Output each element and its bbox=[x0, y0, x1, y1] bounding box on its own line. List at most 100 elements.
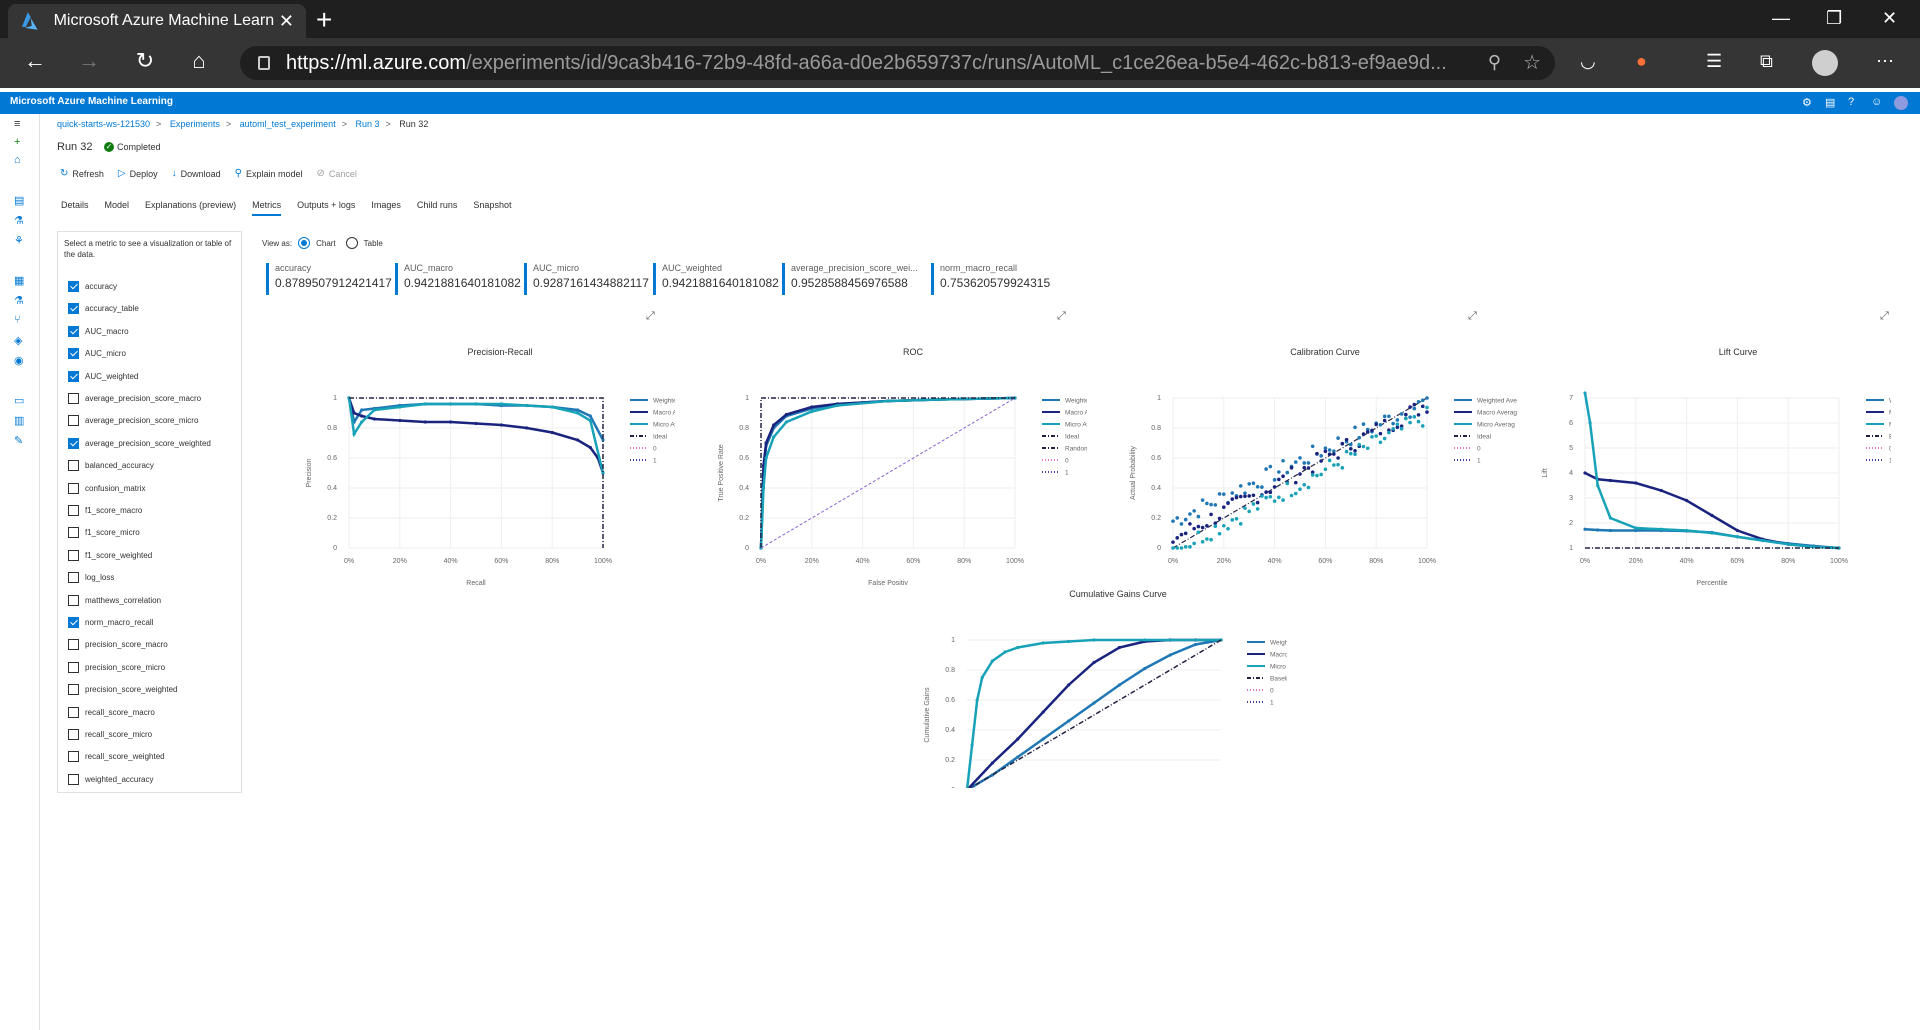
breadcrumb-experiment[interactable]: automl_test_experiment bbox=[240, 119, 336, 129]
cancel-button[interactable]: ⊘ Cancel bbox=[317, 168, 357, 179]
tab-explanations[interactable]: Explanations (preview) bbox=[145, 200, 236, 216]
collections-icon[interactable]: ⧉ bbox=[1760, 51, 1773, 72]
tab-close-icon[interactable]: ✕ bbox=[279, 11, 294, 32]
user-avatar[interactable] bbox=[1894, 96, 1908, 110]
metric-option-average-precision-score-micro[interactable]: average_precision_score_micro bbox=[68, 415, 198, 427]
address-bar[interactable]: https://ml.azure.com/experiments/id/9ca3… bbox=[240, 46, 1555, 80]
calibration-chart[interactable]: 0 0.2 0.4 0.6 0.8 1 0% 20% 40% 60% 80% 100% Actual P… bbox=[1119, 380, 1539, 590]
experiments-icon[interactable]: ⚗ bbox=[14, 294, 24, 307]
metric-checkbox[interactable] bbox=[68, 684, 79, 696]
metric-option-norm-macro-recall[interactable]: norm_macro_recall bbox=[68, 617, 153, 628]
pipelines-icon[interactable]: ⑂ bbox=[14, 314, 21, 326]
expand-icon[interactable]: ⤢ bbox=[1880, 310, 1889, 323]
metric-option-accuracy-table[interactable]: accuracy_table bbox=[68, 303, 139, 315]
metric-option-balanced-accuracy[interactable]: balanced_accuracy bbox=[68, 460, 154, 472]
smiley-icon[interactable]: ☺ bbox=[1871, 96, 1882, 108]
deploy-button[interactable]: ▷ Deploy bbox=[118, 168, 158, 179]
metric-checkbox[interactable] bbox=[68, 661, 79, 673]
labeling-icon[interactable]: ✎ bbox=[14, 434, 23, 447]
tab-model[interactable]: Model bbox=[105, 200, 130, 216]
home-icon[interactable]: ⌂ bbox=[184, 48, 214, 74]
metric-checkbox[interactable] bbox=[68, 281, 79, 292]
tab-images[interactable]: Images bbox=[371, 200, 401, 216]
metric-option-f1-score-micro[interactable]: f1_score_micro bbox=[68, 527, 140, 539]
metric-option-precision-score-micro[interactable]: precision_score_micro bbox=[68, 661, 165, 673]
metric-checkbox[interactable] bbox=[68, 706, 79, 718]
metric-option-accuracy[interactable]: accuracy bbox=[68, 281, 117, 292]
tab-snapshot[interactable]: Snapshot bbox=[473, 200, 511, 216]
home-nav-icon[interactable]: ⌂ bbox=[14, 154, 21, 166]
pocket-icon[interactable]: ◡ bbox=[1580, 51, 1596, 72]
new-tab-icon[interactable]: + bbox=[316, 4, 332, 36]
metric-option-precision-score-macro[interactable]: precision_score_macro bbox=[68, 639, 168, 651]
download-button[interactable]: ↓ Download bbox=[172, 168, 221, 179]
minimize-icon[interactable]: — bbox=[1772, 8, 1790, 29]
metric-option-log-loss[interactable]: log_loss bbox=[68, 572, 114, 584]
metric-option-auc-micro[interactable]: AUC_micro bbox=[68, 348, 126, 360]
metric-option-matthews-correlation[interactable]: matthews_correlation bbox=[68, 594, 161, 606]
hamburger-icon[interactable]: ≡ bbox=[14, 118, 20, 130]
tab-details[interactable]: Details bbox=[61, 200, 89, 216]
metric-checkbox[interactable] bbox=[68, 773, 79, 785]
breadcrumb-experiments[interactable]: Experiments bbox=[170, 119, 220, 129]
settings-icon[interactable]: ⚙ bbox=[1802, 96, 1812, 109]
roc-chart[interactable]: 0 0.2 0.4 0.6 0.8 1 0% 20% 40% 60% 80% 100% False Po… bbox=[707, 380, 1087, 590]
refresh-button[interactable]: ↻ Refresh bbox=[60, 168, 104, 179]
metric-option-f1-score-weighted[interactable]: f1_score_weighted bbox=[68, 549, 152, 561]
datasets-icon[interactable]: ▦ bbox=[14, 274, 24, 287]
metric-checkbox[interactable] bbox=[68, 527, 79, 539]
expand-icon[interactable]: ⤢ bbox=[1468, 310, 1477, 323]
models-icon[interactable]: ◈ bbox=[14, 334, 22, 347]
metric-option-recall-score-micro[interactable]: recall_score_micro bbox=[68, 729, 152, 740]
metric-option-auc-macro[interactable]: AUC_macro bbox=[68, 325, 129, 337]
lift-chart[interactable]: 1 2 3 4 5 6 7 0% 20% 40% 60% 80% 100% Percentile Lift W… bbox=[1531, 380, 1891, 590]
tab-outputs-logs[interactable]: Outputs + logs bbox=[297, 200, 355, 216]
metric-checkbox[interactable] bbox=[68, 617, 79, 628]
metric-checkbox[interactable] bbox=[68, 415, 79, 427]
metric-option-recall-score-weighted[interactable]: recall_score_weighted bbox=[68, 751, 165, 763]
metric-checkbox[interactable] bbox=[68, 751, 79, 763]
favorite-star-icon[interactable]: ☆ bbox=[1523, 50, 1541, 75]
metric-checkbox[interactable] bbox=[68, 370, 79, 382]
endpoints-icon[interactable]: ◉ bbox=[14, 354, 24, 367]
chart-radio[interactable] bbox=[298, 237, 311, 249]
metric-checkbox[interactable] bbox=[68, 594, 79, 606]
zoom-icon[interactable]: ⚲ bbox=[1488, 52, 1501, 73]
expand-icon[interactable]: ⤢ bbox=[1057, 310, 1066, 323]
metric-checkbox[interactable] bbox=[68, 325, 79, 337]
metric-option-confusion-matrix[interactable]: confusion_matrix bbox=[68, 482, 145, 494]
metric-checkbox[interactable] bbox=[68, 437, 79, 449]
tab-metrics[interactable]: Metrics bbox=[252, 200, 282, 216]
new-icon[interactable]: + bbox=[14, 136, 20, 148]
extension-icon[interactable]: ● bbox=[1636, 51, 1647, 72]
metric-checkbox[interactable] bbox=[68, 303, 79, 315]
explain-model-button[interactable]: ⚲ Explain model bbox=[235, 168, 303, 179]
automl-icon[interactable]: ⚗ bbox=[14, 214, 24, 227]
reload-icon[interactable]: ↻ bbox=[130, 48, 160, 74]
tab-child-runs[interactable]: Child runs bbox=[417, 200, 458, 216]
restore-icon[interactable]: ❐ bbox=[1826, 8, 1842, 29]
compute-icon[interactable]: ▭ bbox=[14, 394, 24, 407]
datastores-icon[interactable]: ▥ bbox=[14, 414, 24, 427]
metric-option-weighted-accuracy[interactable]: weighted_accuracy bbox=[68, 773, 153, 785]
brand-title[interactable]: Microsoft Azure Machine Learning bbox=[10, 96, 173, 107]
metric-checkbox[interactable] bbox=[68, 482, 79, 494]
profile-avatar[interactable] bbox=[1812, 50, 1838, 76]
forward-icon[interactable]: → bbox=[74, 48, 104, 74]
more-menu-icon[interactable]: ⋯ bbox=[1876, 51, 1894, 72]
metric-option-precision-score-weighted[interactable]: precision_score_weighted bbox=[68, 684, 178, 696]
metric-option-average-precision-score-weighted[interactable]: average_precision_score_weighted bbox=[68, 437, 211, 449]
help-icon[interactable]: ? bbox=[1848, 96, 1854, 108]
precision-recall-chart[interactable]: 0 0.2 0.4 0.6 0.8 1 0% 20% 40% 60% 80% 100% Recall Pr… bbox=[295, 380, 675, 590]
metric-option-auc-weighted[interactable]: AUC_weighted bbox=[68, 370, 138, 382]
browser-tab[interactable]: Microsoft Azure Machine Learni ✕ bbox=[8, 4, 306, 38]
metric-checkbox[interactable] bbox=[68, 572, 79, 584]
expand-icon[interactable]: ⤢ bbox=[646, 310, 655, 323]
breadcrumb-workspace[interactable]: quick-starts-ws-121530 bbox=[57, 119, 150, 129]
breadcrumb-parent-run[interactable]: Run 3 bbox=[355, 119, 379, 129]
metric-option-f1-score-macro[interactable]: f1_score_macro bbox=[68, 505, 142, 516]
metric-checkbox[interactable] bbox=[68, 393, 79, 404]
feedback-icon[interactable]: ▤ bbox=[1825, 96, 1835, 109]
metric-checkbox[interactable] bbox=[68, 505, 79, 516]
metric-checkbox[interactable] bbox=[68, 729, 79, 740]
